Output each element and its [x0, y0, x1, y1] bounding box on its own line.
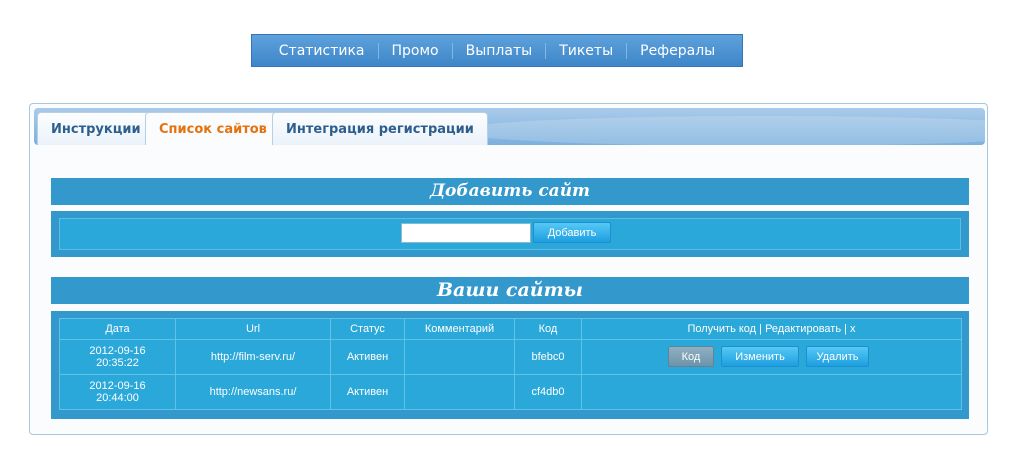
col-url: Url: [175, 318, 331, 340]
delete-button[interactable]: Удалить: [806, 346, 869, 367]
tab-site-list[interactable]: Список сайтов: [145, 112, 281, 145]
row-actions: [581, 374, 962, 410]
row-actions: Код Изменить Удалить: [581, 339, 962, 375]
add-site-box: Добавить: [51, 211, 969, 257]
row-code: cf4db0: [514, 374, 582, 410]
site-url-input[interactable]: [401, 223, 531, 243]
add-site-button[interactable]: Добавить: [533, 222, 611, 243]
edit-button[interactable]: Изменить: [721, 346, 799, 367]
table-row: 2012-09-16 20:35:22 http://film-serv.ru/…: [59, 339, 962, 375]
top-nav: Статистика Промо Выплаты Тикеты Рефералы: [251, 34, 743, 67]
col-actions: Получить код | Редактировать | x: [581, 318, 962, 340]
row-comment: [404, 339, 515, 375]
add-site-title: Добавить сайт: [51, 178, 969, 205]
col-date: Дата: [59, 318, 176, 340]
nav-item-statistics[interactable]: Статистика: [266, 43, 378, 59]
tab-bar: Инструкции Список сайтов Интеграция реги…: [34, 108, 985, 145]
your-sites-title: Ваши сайты: [51, 277, 969, 304]
row-url[interactable]: http://newsans.ru/: [175, 374, 331, 410]
table-header-row: Дата Url Статус Комментарий Код Получить…: [59, 318, 962, 340]
nav-item-referrals[interactable]: Рефералы: [626, 42, 728, 59]
col-comment: Комментарий: [404, 318, 515, 340]
sites-table: Дата Url Статус Комментарий Код Получить…: [59, 318, 962, 410]
row-url[interactable]: http://film-serv.ru/: [175, 339, 331, 375]
row-comment: [404, 374, 515, 410]
row-status: Активен: [330, 374, 405, 410]
col-code: Код: [514, 318, 582, 340]
row-date: 2012-09-16 20:44:00: [59, 374, 176, 410]
col-status: Статус: [330, 318, 405, 340]
nav-item-payouts[interactable]: Выплаты: [451, 42, 546, 59]
tab-registration-integration[interactable]: Интеграция регистрации: [272, 112, 488, 145]
nav-item-promo[interactable]: Промо: [377, 42, 452, 59]
get-code-button[interactable]: Код: [668, 346, 714, 367]
row-status: Активен: [330, 339, 405, 375]
main-panel: Инструкции Список сайтов Интеграция реги…: [29, 103, 988, 435]
tab-instructions[interactable]: Инструкции: [37, 112, 155, 145]
your-sites-box: Дата Url Статус Комментарий Код Получить…: [51, 311, 969, 419]
row-code: bfebc0: [514, 339, 582, 375]
table-row: 2012-09-16 20:44:00 http://newsans.ru/ А…: [59, 374, 962, 410]
add-site-inner: Добавить: [59, 218, 961, 250]
nav-item-tickets[interactable]: Тикеты: [545, 42, 626, 59]
row-date: 2012-09-16 20:35:22: [59, 339, 176, 375]
